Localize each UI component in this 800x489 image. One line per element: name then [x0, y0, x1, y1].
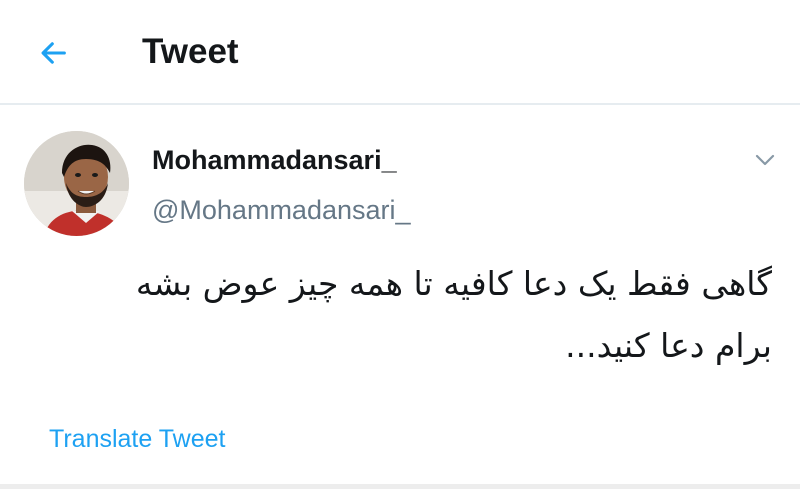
translate-tweet-link[interactable]: Translate Tweet [49, 423, 225, 455]
tweet-text-line: گاهی فقط یک دعا کافیه تا همه چیز عوض بشه [135, 264, 772, 303]
tweet-menu-button[interactable] [750, 147, 780, 173]
top-app-bar: Tweet [0, 0, 800, 105]
arrow-left-icon [41, 42, 66, 64]
author-handle[interactable]: @Mohammadansari_ [152, 193, 411, 227]
author-display-name[interactable]: Mohammadansari_ [152, 143, 397, 177]
avatar-image [24, 131, 129, 236]
tweet-text: گاهی فقط یک دعا کافیه تا همه چیز عوض بشه… [32, 253, 772, 377]
chevron-down-icon [755, 154, 775, 166]
tweet-card: Mohammadansari_ @Mohammadansari_ گاهی فق… [0, 105, 800, 489]
back-button[interactable] [30, 33, 76, 73]
page-title: Tweet [142, 32, 239, 71]
bottom-divider [0, 484, 800, 489]
tweet-text-line: برام دعا کنید... [565, 326, 772, 365]
tweet-page: Tweet Mohammadansari_ @Mohammadansari_ گ… [0, 0, 800, 489]
avatar[interactable] [24, 131, 129, 236]
